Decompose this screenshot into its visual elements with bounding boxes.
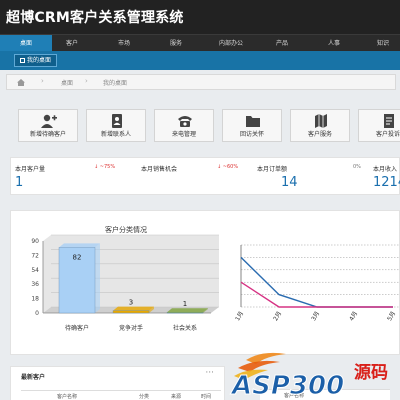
column-header: 分类: [139, 394, 150, 400]
customer-category-bar-chart: 0 18 36 54 72 90 82 待确客户 3 竞争对手 1 社会关系: [31, 234, 219, 332]
quick-label: 回访关怀: [239, 131, 264, 138]
bar-value-label: 82: [73, 253, 82, 261]
quick-label: 新增联系人: [100, 131, 131, 138]
nav-item-hr[interactable]: 人事: [314, 35, 354, 52]
recent-customers-panel: 最新客户 ··· 客户名称 分类 来源 时间: [10, 366, 225, 400]
watermark-text: ASP300: [230, 371, 344, 400]
x-tick-label: 1月: [234, 310, 245, 322]
quick-label: 客户投诉: [375, 131, 400, 138]
stat-monthly-orders: 本月订单额 0% 14: [253, 158, 368, 196]
y-tick-label: 54: [31, 267, 39, 274]
nav-item-desktop[interactable]: 桌面: [0, 35, 52, 52]
column-header: 来源: [171, 394, 182, 400]
breadcrumb-item-my-desktop: 我的桌面: [103, 80, 128, 87]
stat-value: 14: [281, 175, 298, 190]
stat-delta-text: ~60%: [222, 164, 239, 170]
document-icon: [384, 114, 394, 128]
stat-label: 本月收入: [373, 166, 398, 173]
quick-call-management-button[interactable]: 来电管理: [154, 109, 214, 142]
quick-label: 客户服务: [307, 131, 332, 138]
stat-monthly-customers: 本月客户量 ↓ ~75% 1: [11, 158, 126, 196]
map-icon: [315, 114, 327, 128]
quick-customer-service-button[interactable]: 客户服务: [290, 109, 350, 142]
chart-panel: 客户分类情况 0 18 36 54 72 90 82 待确客户 3 竞争对手 1 社会关系 1月 2月 3…: [10, 210, 400, 355]
breadcrumb-separator: ›: [41, 77, 44, 85]
recent-table-header: 客户名称 分类 来源 时间: [21, 390, 221, 400]
window-icon: [20, 58, 25, 63]
quick-followup-button[interactable]: 回访关怀: [222, 109, 282, 142]
quick-label: 来电管理: [171, 131, 196, 138]
contact-book-icon: [112, 114, 122, 128]
folder-icon: [246, 116, 260, 127]
x-tick-label: 社会关系: [173, 324, 197, 332]
bar-top: [113, 306, 154, 311]
x-tick-label: 待确客户: [65, 324, 89, 332]
stat-label: 本月销售机会: [141, 166, 178, 173]
quick-complaint-button[interactable]: 客户投诉: [358, 109, 400, 142]
x-tick-label: 2月: [272, 310, 283, 322]
nav-item-customer[interactable]: 客户: [52, 35, 92, 52]
nav-item-service[interactable]: 服务: [156, 35, 196, 52]
tab-my-desktop[interactable]: 我的桌面: [14, 54, 58, 67]
stat-monthly-opportunities: 本月销售机会 ↓ ~60%: [137, 158, 252, 196]
y-tick-label: 90: [31, 238, 39, 245]
breadcrumb-separator: ›: [85, 77, 88, 85]
stat-label: 本月客户量: [15, 166, 46, 173]
main-nav: 桌面 客户 市场 服务 内部办公 产品 人事 知识: [0, 34, 400, 52]
recent-customers-title: 最新客户: [21, 374, 46, 381]
down-arrow-icon: ↓: [217, 164, 222, 170]
nav-item-product[interactable]: 产品: [262, 35, 302, 52]
column-header: 客户名称: [57, 394, 78, 400]
quick-label: 新增待确客户: [29, 131, 66, 138]
stat-delta-text: ~75%: [99, 164, 116, 170]
stat-delta: 0%: [353, 164, 361, 170]
tab-label: 我的桌面: [27, 57, 52, 64]
bar-top: [167, 308, 208, 313]
app-title: 超博CRM客户关系管理系统: [6, 10, 184, 26]
stat-delta: ↓ ~60%: [217, 164, 238, 170]
add-user-icon: [41, 114, 57, 128]
stat-delta: ↓ ~75%: [94, 164, 115, 170]
stat-monthly-income: 本月收入 1214: [369, 158, 400, 196]
x-tick-label: 4月: [348, 310, 359, 322]
bar-value-label: 3: [129, 299, 133, 307]
y-tick-label: 72: [31, 252, 39, 259]
more-icon[interactable]: ···: [205, 368, 214, 378]
x-tick-label: 竞争对手: [119, 324, 143, 332]
y-tick-label: 0: [35, 310, 39, 317]
x-tick-label: 5月: [386, 310, 397, 322]
y-tick-label: 36: [31, 281, 39, 288]
column-header: 时间: [201, 394, 212, 400]
sub-nav: 我的桌面: [0, 51, 400, 70]
stat-label: 本月订单额: [257, 166, 288, 173]
nav-item-knowledge[interactable]: 知识: [366, 35, 400, 52]
trend-line-chart: 1月 2月 3月 4月 5月: [234, 244, 400, 322]
bar-side: [95, 243, 100, 313]
quick-add-prospect-button[interactable]: 新增待确客户: [18, 109, 78, 142]
x-tick-label: 3月: [310, 310, 321, 322]
y-tick-label: 18: [31, 296, 39, 303]
bar: [112, 310, 150, 314]
stats-bar: 本月客户量 ↓ ~75% 1 本月销售机会 ↓ ~60% 本月订单额 0% 14…: [10, 157, 400, 195]
nav-item-office[interactable]: 内部办公: [208, 35, 254, 52]
quick-add-contact-button[interactable]: 新增联系人: [86, 109, 146, 142]
stat-value: 1: [15, 175, 24, 190]
bar-top: [59, 243, 100, 248]
asp300-watermark-logo: ASP300 源码: [230, 352, 388, 400]
down-arrow-icon: ↓: [94, 164, 99, 170]
stat-value: 1214: [373, 175, 400, 190]
telephone-icon: [178, 116, 192, 127]
breadcrumb-item-desktop[interactable]: 桌面: [61, 78, 73, 87]
top-bar: 超博CRM客户关系管理系统: [0, 0, 400, 34]
crm-desktop: 超博CRM客户关系管理系统 桌面 客户 市场 服务 内部办公 产品 人事 知识 …: [0, 0, 400, 400]
nav-item-market[interactable]: 市场: [104, 35, 144, 52]
home-icon[interactable]: [17, 79, 25, 86]
breadcrumb: › 桌面 › 我的桌面: [6, 74, 396, 90]
watermark-subtext: 源码: [354, 362, 388, 383]
bar: [166, 311, 204, 314]
bar-value-label: 1: [183, 300, 187, 308]
